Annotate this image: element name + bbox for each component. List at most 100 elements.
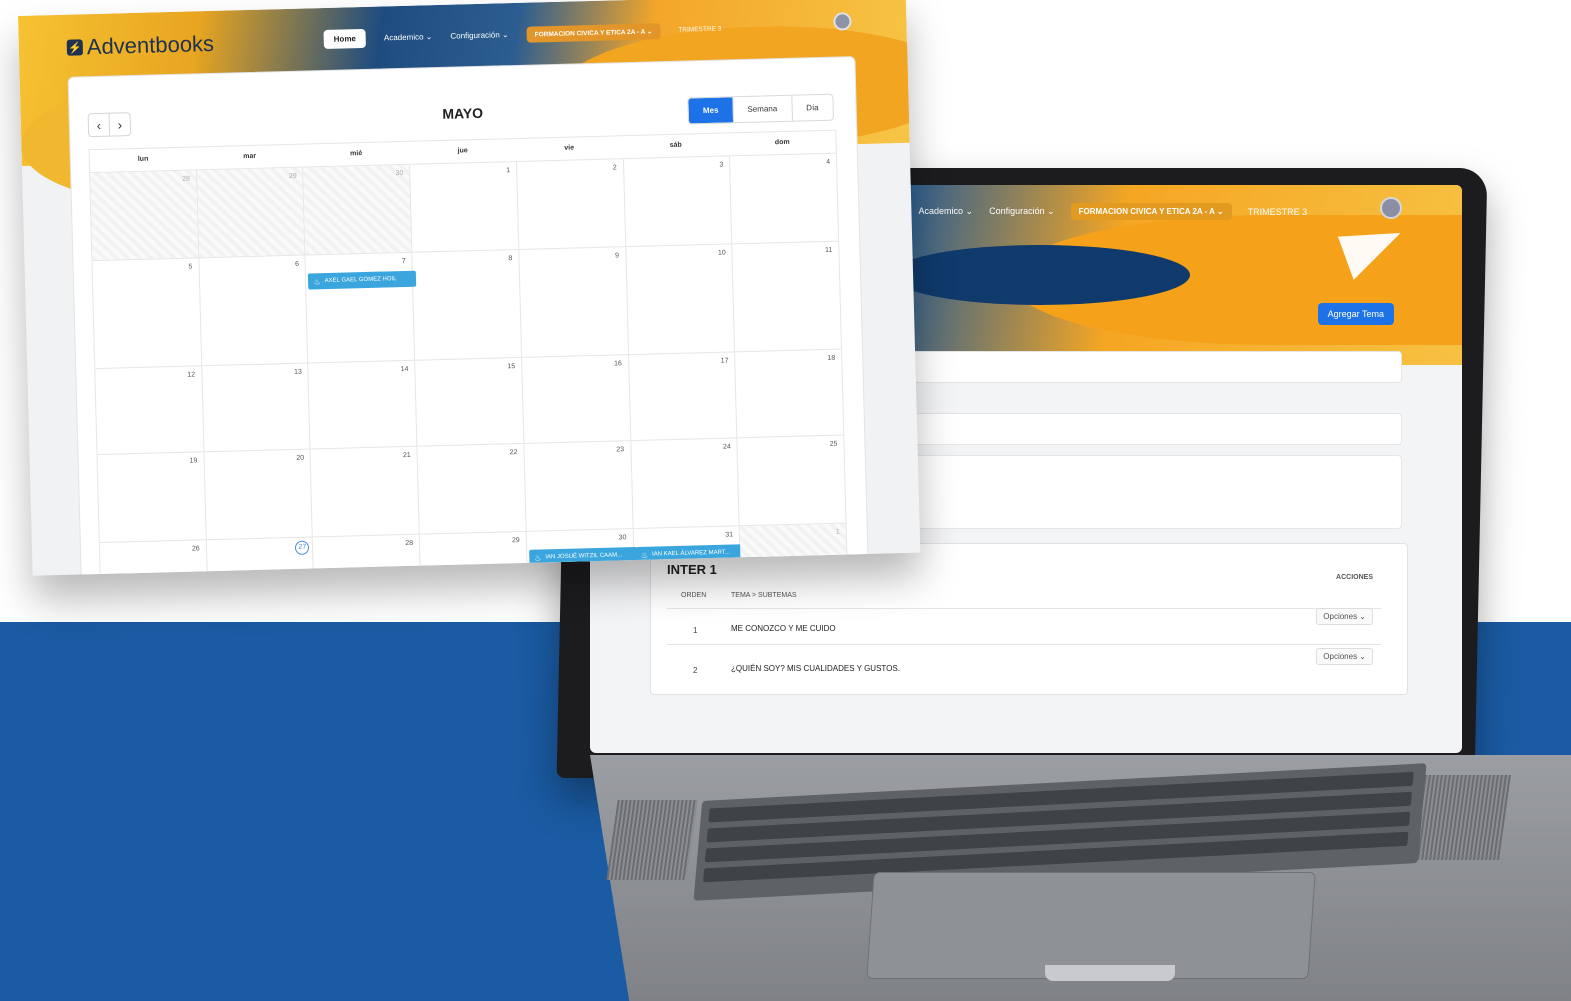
calendar-grid: lun mar mié jue vie sáb dom 28 29 30 1 2… [88,129,849,576]
view-week-button[interactable]: Semana [732,95,792,123]
cake-icon: ♨ [534,552,542,563]
day-cell[interactable]: 17 [628,352,738,442]
weekday-label: lun [137,155,149,163]
nav-configuracion[interactable]: Configuración ⌄ [989,206,1055,217]
filter-card [900,413,1402,445]
day-cell[interactable]: 25 [737,435,847,527]
weekday-label: mar [243,152,257,161]
day-cell[interactable]: 15 [415,357,525,447]
event-title: IAN JOSUÉ WITZIL CAAM... [545,552,623,561]
day-cell[interactable]: 1 [410,161,520,253]
day-cell[interactable]: 28 [90,170,200,262]
day-number: 18 [827,354,836,362]
day-cell[interactable]: 22 [417,443,527,535]
trackpad [866,872,1316,979]
nav-academico[interactable]: Academico ⌄ [919,206,974,217]
birthday-event[interactable]: ♨ AXEL GAEL GOMEZ HOIL [308,270,417,290]
view-day-button[interactable]: Día [790,94,833,121]
day-cell-today[interactable]: 27 [206,537,315,576]
day-cell[interactable]: 13 [201,363,311,453]
weeks: 28 29 30 1 2 3 4 5 6 7 ♨ AXEL GAEL GOMEZ… [89,153,849,576]
course-selector[interactable]: FORMACION CIVICA Y ETICA 2A - A ⌄ [526,22,661,43]
day-cell[interactable]: 5 [92,258,202,370]
day-cell[interactable]: 4 [730,153,840,245]
calendar-card: ‹ › MAYO Mes Semana Día lun mar mié jue … [67,56,869,576]
logo-icon: ⚡ [66,39,84,56]
day-number: 24 [722,443,731,451]
day-number: 7 [401,257,406,266]
weekday-label: sáb [669,141,682,149]
day-number: 16 [613,360,622,368]
day-cell[interactable]: 24 [630,438,740,530]
day-number: 30 [618,534,627,542]
day-cell[interactable]: 14 [308,360,418,450]
logo-text: Adventbooks [86,30,215,60]
filter-card [900,351,1402,383]
day-cell[interactable]: 28 [313,534,422,576]
options-dropdown[interactable]: Opciones ⌄ [1316,648,1373,665]
day-number: 5 [188,263,193,271]
header-wave [890,245,1190,305]
row-order: 1 [693,626,698,635]
day-cell[interactable]: 6 [199,255,309,367]
day-cell[interactable]: 2 [516,159,626,250]
day-number: 21 [402,451,411,460]
nav-home[interactable]: Home [323,28,367,50]
day-number: 9 [615,252,620,260]
day-number: 29 [511,537,520,545]
weekday-label: dom [774,138,790,147]
day-cell[interactable]: 12 [95,366,205,456]
nav-academico[interactable]: Academico ⌄ [384,32,433,42]
day-cell[interactable]: 18 [735,349,845,439]
day-cell[interactable]: 26 [99,540,209,576]
day-number: 23 [616,446,625,454]
row-topic[interactable]: ¿QUIÉN SOY? MIS CUALIDADES Y GUSTOS. [731,664,900,673]
app-logo[interactable]: ⚡ Adventbooks [66,30,215,61]
day-number: 15 [507,363,516,371]
course-selector[interactable]: FORMACION CIVICA Y ETICA 2A - A ⌄ [1070,203,1232,220]
row-topic[interactable]: ME CONOZCO Y ME CUIDO [731,624,836,633]
day-cell[interactable]: 3 [623,156,733,248]
laptop-top-nav: me Academico ⌄ Configuración ⌄ FORMACION… [890,203,1307,220]
cake-icon: ♨ [640,550,649,560]
event-title: IAN KAEL ÁLVAREZ MART... [651,549,730,558]
trimester-label: TRIMESTRE 3 [678,25,722,34]
day-number: 4 [826,158,831,166]
day-cell[interactable]: 19 [97,452,207,544]
speaker-grille [606,800,698,880]
day-cell[interactable]: 20 [204,449,314,541]
nav-configuracion[interactable]: Configuración ⌄ [450,30,509,41]
day-number: 8 [508,255,513,263]
day-cell[interactable]: 30 [303,164,413,256]
day-cell[interactable]: 29 [196,167,306,259]
day-number: 31 [725,531,734,539]
weekday-label: jue [457,147,468,155]
day-cell[interactable]: 16 [521,355,631,444]
section-title: INTER 1 [667,562,717,577]
day-number: 14 [400,365,409,374]
options-dropdown[interactable]: Opciones ⌄ [1316,608,1373,625]
day-number: 29 [288,172,297,180]
topics-table: INTER 1 ACCIONES ORDEN TEMA > SUBTEMAS 1… [650,543,1408,695]
day-cell[interactable]: 7 ♨ AXEL GAEL GOMEZ HOIL [305,252,417,364]
day-number: 27 [295,540,310,555]
day-number: 10 [717,249,726,257]
user-avatar-icon[interactable] [1380,197,1402,219]
day-number: 28 [182,175,191,183]
day-number: 13 [293,368,302,376]
event-title: AXEL GAEL GOMEZ HOIL [324,276,397,285]
day-number: 3 [719,161,724,169]
day-cell[interactable]: 10 [625,244,736,356]
day-cell[interactable]: 21 [310,446,420,538]
day-cell[interactable]: 29 [419,531,529,576]
day-cell[interactable]: 11 [732,241,843,353]
view-month-button[interactable]: Mes [688,97,733,124]
day-cell[interactable]: 9 [519,247,629,358]
day-cell[interactable]: 23 [524,441,634,532]
day-number: 11 [825,246,833,254]
add-topic-button[interactable]: Agregar Tema [1317,303,1394,325]
day-cell[interactable]: 8 [412,249,522,361]
cake-icon: ♨ [313,276,321,286]
day-number: 17 [720,357,729,365]
trimester-label: TRIMESTRE 3 [1247,206,1308,217]
